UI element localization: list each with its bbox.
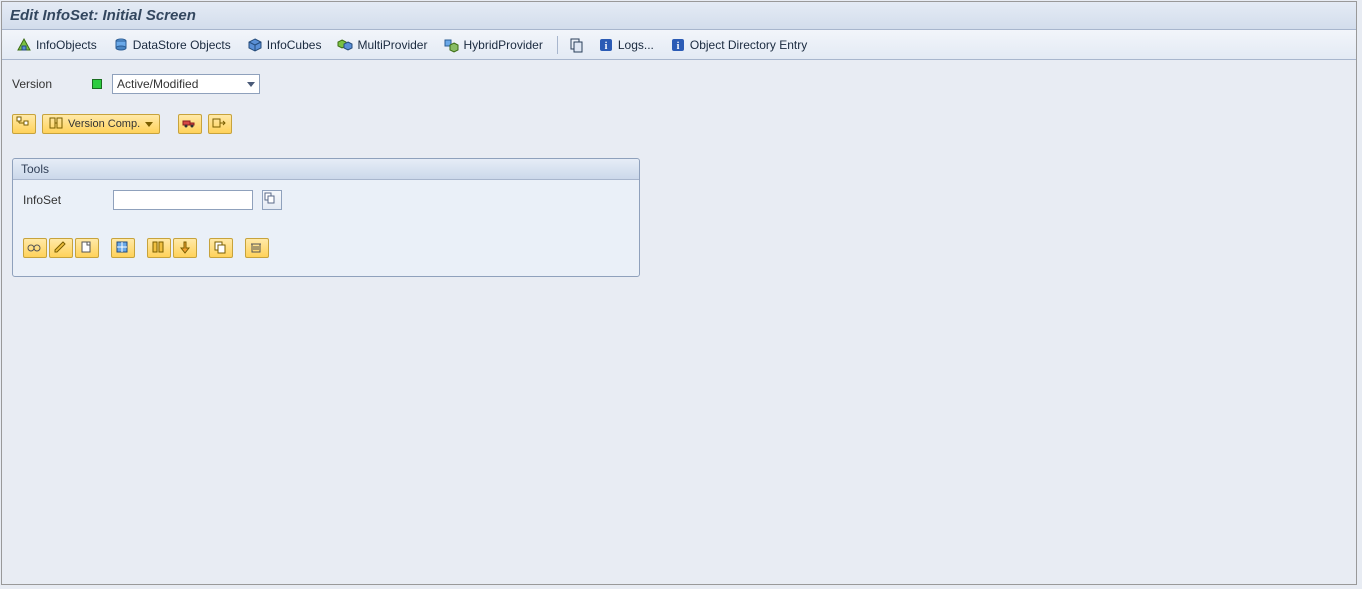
where-used-icon xyxy=(569,37,585,53)
toolbar-infocubes[interactable]: InfoCubes xyxy=(241,35,328,55)
f4-help-button[interactable] xyxy=(262,190,282,210)
chevron-down-icon xyxy=(247,82,255,87)
toolbar-label: MultiProvider xyxy=(357,38,427,52)
tool-button-row xyxy=(23,238,629,258)
app-toolbar: InfoObjects DataStore Objects InfoCubes … xyxy=(2,30,1356,60)
arrow-out-icon xyxy=(212,116,228,132)
version-compare-button[interactable]: Version Comp. xyxy=(42,114,160,134)
page-title: Edit InfoSet: Initial Screen xyxy=(10,7,196,24)
glasses-icon xyxy=(27,240,43,256)
tools-panel: Tools InfoSet xyxy=(12,158,640,277)
export-button[interactable] xyxy=(208,114,232,134)
infoobjects-icon xyxy=(16,37,32,53)
hybridprovider-icon xyxy=(443,37,459,53)
version-label: Version xyxy=(12,77,82,91)
status-indicator-icon xyxy=(92,79,102,89)
dropdown-value: Active/Modified xyxy=(117,77,198,91)
toolbar-datastore[interactable]: DataStore Objects xyxy=(107,35,237,55)
page-icon xyxy=(79,240,95,256)
info-icon: i xyxy=(670,37,686,53)
tree-icon xyxy=(16,116,32,132)
titlebar: Edit InfoSet: Initial Screen xyxy=(2,2,1356,30)
activate-button[interactable] xyxy=(173,238,197,258)
toolbar-hybridprovider[interactable]: HybridProvider xyxy=(437,35,548,55)
infoset-field-row: InfoSet xyxy=(23,190,629,210)
display-button[interactable] xyxy=(23,238,47,258)
check-button[interactable] xyxy=(147,238,171,258)
copy-button[interactable] xyxy=(209,238,233,258)
copy-icon xyxy=(213,240,229,256)
content-area: Version Active/Modified Version Comp. xyxy=(2,60,1356,291)
pencil-icon xyxy=(53,240,69,256)
toolbar-label: Object Directory Entry xyxy=(690,38,807,52)
check-icon xyxy=(151,240,167,256)
create-button[interactable] xyxy=(75,238,99,258)
version-row: Version Active/Modified xyxy=(12,74,1346,94)
change-button[interactable] xyxy=(49,238,73,258)
toolbar-separator xyxy=(557,36,558,54)
datastore-icon xyxy=(113,37,129,53)
search-help-icon xyxy=(264,192,280,208)
svg-text:i: i xyxy=(604,41,607,52)
button-label: Version Comp. xyxy=(68,118,140,130)
truck-icon xyxy=(182,116,198,132)
infoset-label: InfoSet xyxy=(23,193,103,207)
version-dropdown[interactable]: Active/Modified xyxy=(112,74,260,94)
toolbar-label: InfoObjects xyxy=(36,38,97,52)
transport-button[interactable] xyxy=(178,114,202,134)
tree-button[interactable] xyxy=(12,114,36,134)
trash-icon xyxy=(249,240,265,256)
toolbar-infoobjects[interactable]: InfoObjects xyxy=(10,35,103,55)
mini-toolbar: Version Comp. xyxy=(12,114,1346,134)
svg-text:i: i xyxy=(676,41,679,52)
activate-icon xyxy=(177,240,193,256)
infocubes-icon xyxy=(247,37,263,53)
toolbar-object-directory[interactable]: i Object Directory Entry xyxy=(664,35,813,55)
panel-header: Tools xyxy=(13,159,639,180)
info-icon: i xyxy=(598,37,614,53)
grid-icon xyxy=(115,240,131,256)
toolbar-label: Logs... xyxy=(618,38,654,52)
multiprovider-icon xyxy=(337,37,353,53)
toolbar-logs[interactable]: i Logs... xyxy=(592,35,660,55)
compare-icon xyxy=(49,116,65,132)
delete-button[interactable] xyxy=(245,238,269,258)
toolbar-label: HybridProvider xyxy=(463,38,542,52)
panel-body: InfoSet xyxy=(13,180,639,276)
toolbar-label: DataStore Objects xyxy=(133,38,231,52)
infoset-input[interactable] xyxy=(113,190,253,210)
toolbar-whereused[interactable] xyxy=(566,35,588,55)
data-button[interactable] xyxy=(111,238,135,258)
toolbar-label: InfoCubes xyxy=(267,38,322,52)
toolbar-multiprovider[interactable]: MultiProvider xyxy=(331,35,433,55)
dropdown-indicator-icon xyxy=(145,122,153,127)
